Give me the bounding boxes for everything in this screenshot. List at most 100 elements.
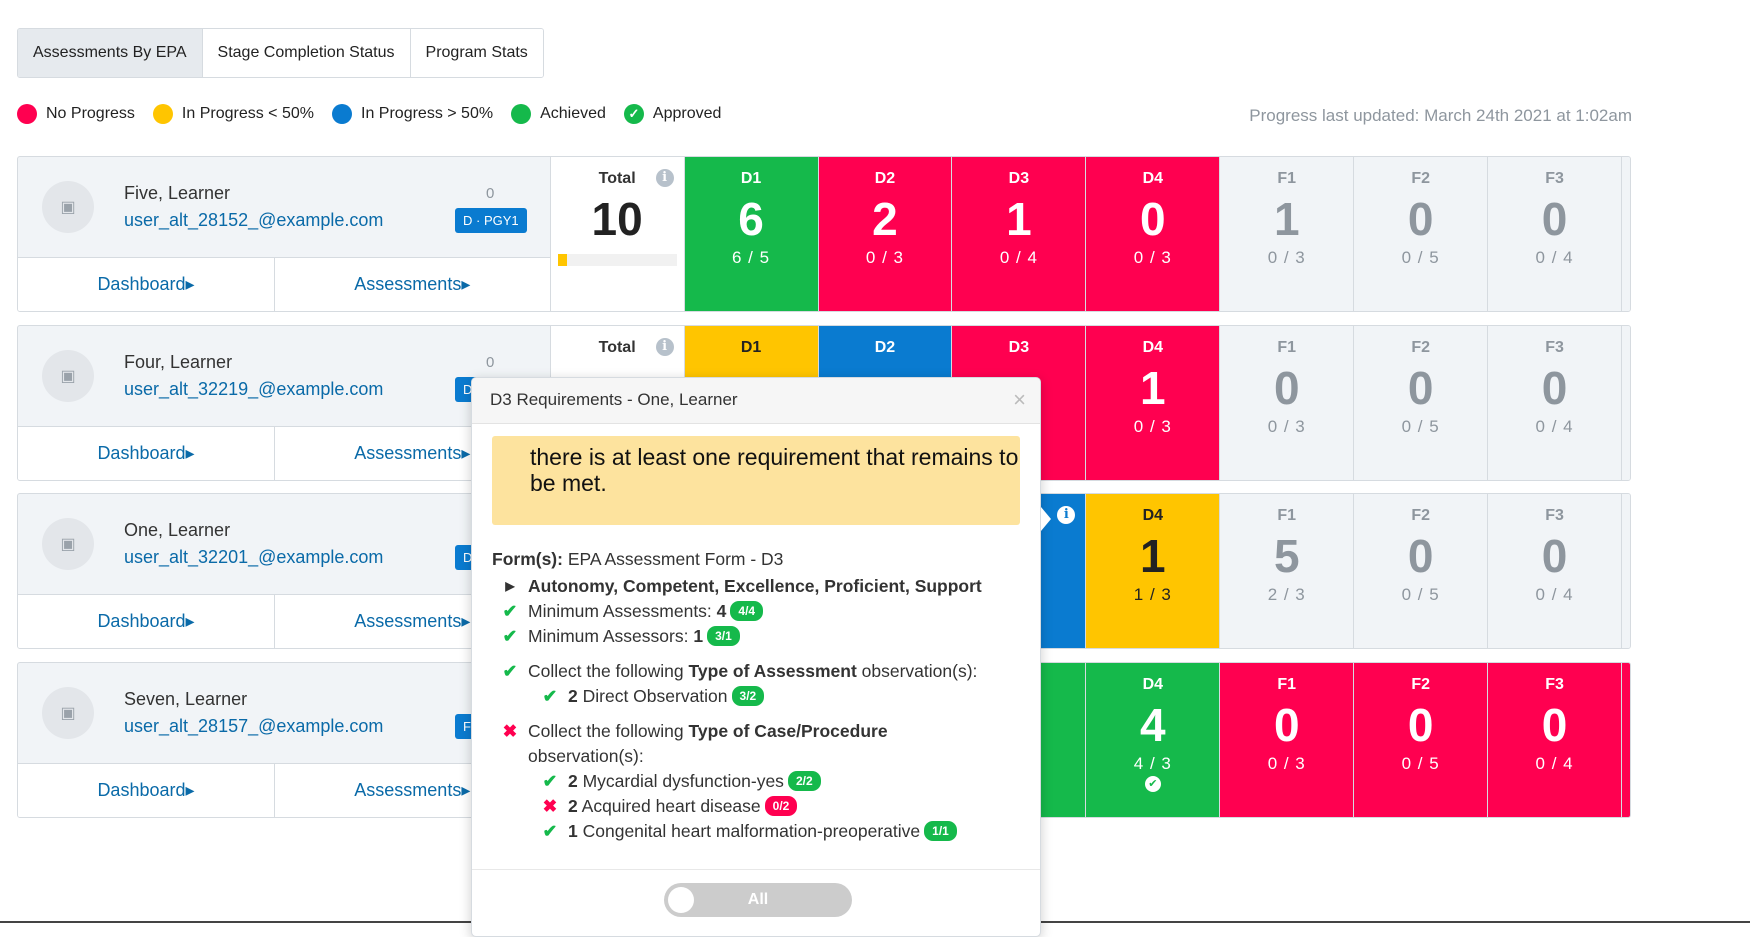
scale-toggle[interactable]: ▶ Autonomy, Competent, Excellence, Profic… <box>492 574 1020 599</box>
approved-check-icon: ✔ <box>1144 776 1161 792</box>
epa-label: D1 <box>740 170 762 187</box>
learner-info: ▣ Five, Learner user_alt_28152_@example.co… <box>18 157 551 311</box>
caret-right-icon: ▸ <box>461 780 471 800</box>
link-label: Dashboard <box>97 780 186 800</box>
epa-cell-d1[interactable]: D1 6 6 / 5 <box>684 157 819 311</box>
epa-cell-f3[interactable]: F3 0 0 / 4 <box>1488 663 1623 817</box>
toggle-knob[interactable] <box>668 887 694 913</box>
epa-cell-f1[interactable]: F1 0 0 / 3 <box>1220 326 1355 480</box>
epa-label: D4 <box>1142 339 1164 356</box>
assessment-count: 0 <box>486 354 495 371</box>
check-icon: ✔ <box>542 686 558 706</box>
learner-links: Dashboard ▸ Assessments ▸ <box>18 427 550 480</box>
requirements-popover: D3 Requirements - One, Learner × there i… <box>471 377 1041 937</box>
epa-value: 0 <box>1541 193 1568 245</box>
epa-cell-f1[interactable]: F1 0 0 / 3 <box>1220 663 1355 817</box>
item-label: Direct Observation <box>582 686 728 706</box>
epa-label: F2 <box>1411 676 1430 693</box>
epa-fraction: 0 / 4 <box>999 248 1038 267</box>
learner-email[interactable]: user_alt_32219_@example.com <box>124 379 383 400</box>
learner-email[interactable]: user_alt_32201_@example.com <box>124 547 383 568</box>
epa-label: D3 <box>1008 170 1030 187</box>
epa-cell-f2[interactable]: F2 0 0 / 5 <box>1354 494 1489 648</box>
epa-fraction: 0 / 4 <box>1535 248 1574 267</box>
epa-fraction: 0 / 3 <box>1133 417 1172 436</box>
legend-label: Approved <box>652 105 722 122</box>
form-label: Form(s): <box>492 549 563 569</box>
epa-cell-f1[interactable]: F1 1 0 / 3 <box>1220 157 1355 311</box>
dashboard-link[interactable]: Dashboard ▸ <box>18 595 275 648</box>
link-label: Assessments <box>354 780 462 800</box>
all-toggle[interactable]: All <box>664 883 852 917</box>
epa-value: 0 <box>1541 699 1568 751</box>
epa-fraction: 0 / 5 <box>1401 585 1440 604</box>
epa-cell-d4[interactable]: D4 1 0 / 3 <box>1086 326 1221 480</box>
close-icon[interactable]: × <box>1013 387 1026 413</box>
caret-right-icon: ▸ <box>185 780 195 800</box>
popover-footer: All <box>472 869 1040 936</box>
epa-value: 0 <box>1541 362 1568 414</box>
learner-header: ▣ Seven, Learner user_alt_28157_@example.c… <box>18 663 550 764</box>
check-icon: ✔ <box>542 821 558 841</box>
tab-stage-completion-status[interactable]: Stage Completion Status <box>202 29 411 77</box>
legend-label: In Progress > 50% <box>361 105 494 122</box>
epa-value: 0 <box>1273 699 1300 751</box>
epa-cell-d3[interactable]: D3 1 0 / 4 <box>952 157 1087 311</box>
epa-cell-d4[interactable]: D4 1 1 / 3 <box>1086 494 1221 648</box>
epa-value: 1 <box>1140 362 1166 414</box>
epa-fraction: 0 / 3 <box>1267 754 1306 773</box>
info-icon[interactable]: i <box>655 338 674 356</box>
learner-links: Dashboard ▸ Assessments ▸ <box>18 764 550 817</box>
progress-last-updated: Progress last updated: March 24th 2021 a… <box>1249 106 1632 125</box>
progress-pill: 0/2 <box>764 796 798 816</box>
dashboard-link[interactable]: Dashboard ▸ <box>18 764 275 817</box>
caret-right-icon: ▸ <box>461 274 471 294</box>
tab-assessments-by-epa[interactable]: Assessments By EPA <box>18 29 203 77</box>
requirement-label: Minimum Assessors: <box>528 626 689 646</box>
epa-fraction: 0 / 5 <box>1401 248 1440 267</box>
link-label: Assessments <box>354 611 462 631</box>
epa-fraction: 0 / 4 <box>1535 754 1574 773</box>
epa-label: D1 <box>740 339 762 356</box>
epa-cell-f2[interactable]: F2 0 0 / 5 <box>1354 663 1489 817</box>
link-label: Assessments <box>354 274 462 294</box>
link-label: Dashboard <box>97 611 186 631</box>
green-dot-icon <box>511 104 532 124</box>
epa-cell-d2[interactable]: D2 2 0 / 3 <box>818 157 953 311</box>
assessments-link[interactable]: Assessments ▸ <box>275 258 550 311</box>
epa-cell-d4[interactable]: D4 4 4 / 3 ✔ <box>1086 663 1221 817</box>
progress-pill: 3/1 <box>707 626 740 646</box>
dashboard-link[interactable]: Dashboard ▸ <box>18 427 275 480</box>
caret-right-icon: ▸ <box>185 443 195 463</box>
requirement-suffix: observation(s): <box>861 661 978 681</box>
requirement-suffix: observation(s): <box>528 746 644 766</box>
epa-cell-f2[interactable]: F2 0 0 / 5 <box>1354 157 1489 311</box>
tab-program-stats[interactable]: Program Stats <box>410 29 543 77</box>
blue-dot-icon <box>332 104 352 124</box>
row-edge <box>1622 494 1630 648</box>
check-icon: ✔ <box>542 771 558 791</box>
epa-cell-f3[interactable]: F3 0 0 / 4 <box>1488 494 1623 648</box>
epa-label: F3 <box>1545 676 1564 693</box>
info-icon[interactable]: i <box>655 169 674 187</box>
total-cell[interactable]: Total i 10 <box>550 157 685 311</box>
check-icon: ✔ <box>502 601 518 621</box>
learner-email[interactable]: user_alt_28157_@example.com <box>124 716 383 737</box>
yellow-dot-icon <box>152 104 173 124</box>
legend-achieved: Achieved <box>511 104 606 124</box>
epa-cell-f3[interactable]: F3 0 0 / 4 <box>1488 326 1623 480</box>
item-label: Congenital heart malformation-preoperati… <box>582 821 921 841</box>
epa-fraction: 0 / 3 <box>1267 417 1306 436</box>
image-placeholder-icon: ▣ <box>60 705 76 722</box>
epa-value: 0 <box>1273 362 1300 414</box>
dashboard-link[interactable]: Dashboard ▸ <box>18 258 275 311</box>
caret-right-icon: ▶ <box>505 579 515 593</box>
check-icon: ✔ <box>502 661 518 681</box>
epa-cell-d4[interactable]: D4 0 0 / 3 <box>1086 157 1221 311</box>
epa-cell-f2[interactable]: F2 0 0 / 5 <box>1354 326 1489 480</box>
epa-cell-f1[interactable]: F1 5 2 / 3 <box>1220 494 1355 648</box>
image-placeholder-icon: ▣ <box>60 199 76 216</box>
learner-email[interactable]: user_alt_28152_@example.com <box>124 210 383 231</box>
epa-cell-f3[interactable]: F3 0 0 / 4 <box>1488 157 1623 311</box>
legend-label: No Progress <box>46 105 135 122</box>
